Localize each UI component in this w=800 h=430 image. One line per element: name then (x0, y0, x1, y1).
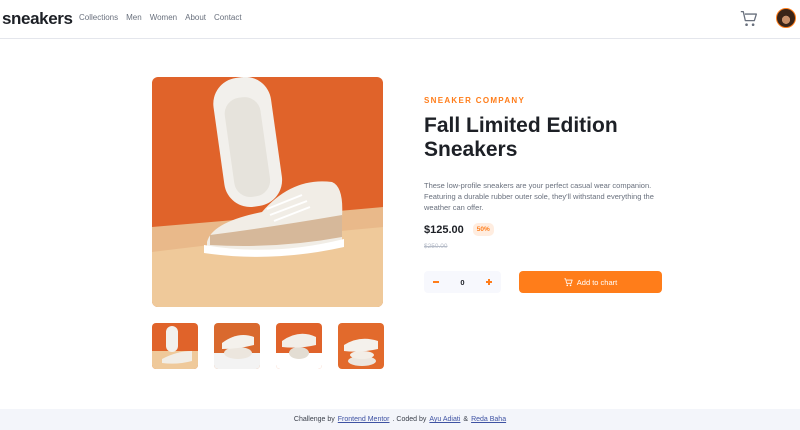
product-description: These low-profile sneakers are your perf… (424, 181, 654, 212)
product-title: Fall Limited Edition Sneakers (424, 114, 618, 161)
logo[interactable]: sneakers (2, 9, 73, 29)
avatar[interactable] (776, 8, 796, 28)
nav-about[interactable]: About (185, 13, 206, 22)
add-to-cart-label: Add to chart (576, 277, 618, 287)
thumbnail-4[interactable] (338, 323, 384, 369)
quantity-stepper: 0 (424, 271, 501, 293)
product-main-image[interactable] (152, 77, 383, 307)
footer-coded: . Coded by (392, 416, 427, 423)
decrement-button[interactable] (430, 276, 442, 288)
plus-icon (485, 279, 492, 285)
footer-amp: & (463, 416, 469, 423)
increment-button[interactable] (483, 276, 495, 288)
thumbnail-strip (152, 323, 384, 369)
thumbnail-3[interactable] (276, 323, 322, 369)
nav-men[interactable]: Men (126, 13, 142, 22)
thumbnail-2[interactable] (214, 323, 260, 369)
add-to-cart-button[interactable]: Add to chart (519, 271, 662, 293)
site-header: sneakers Collections Men Women About Con… (0, 0, 800, 39)
author-link-2[interactable]: Reda Baha (471, 416, 506, 423)
nav-contact[interactable]: Contact (214, 13, 242, 22)
cart-icon[interactable] (740, 10, 758, 28)
author-link-1[interactable]: Ayu Adiati (429, 416, 460, 423)
main-nav: Collections Men Women About Contact (79, 13, 242, 22)
thumbnail-1[interactable] (152, 323, 198, 369)
original-price: $250.00 (424, 243, 448, 250)
footer-prefix: Challenge by (293, 416, 335, 423)
attribution-footer: Challenge by Frontend Mentor . Coded by … (0, 409, 800, 430)
sneaker-photo (152, 77, 383, 307)
minus-icon (433, 281, 439, 283)
nav-collections[interactable]: Collections (79, 13, 118, 22)
nav-women[interactable]: Women (150, 13, 177, 22)
quantity-value: 0 (460, 277, 465, 287)
current-price: $125.00 (424, 223, 464, 236)
frontend-mentor-link[interactable]: Frontend Mentor (338, 416, 390, 423)
price-row: $125.00 50% (424, 223, 494, 236)
company-label: SNEAKER COMPANY (424, 96, 526, 105)
discount-badge: 50% (472, 223, 494, 236)
cart-icon (564, 277, 573, 286)
